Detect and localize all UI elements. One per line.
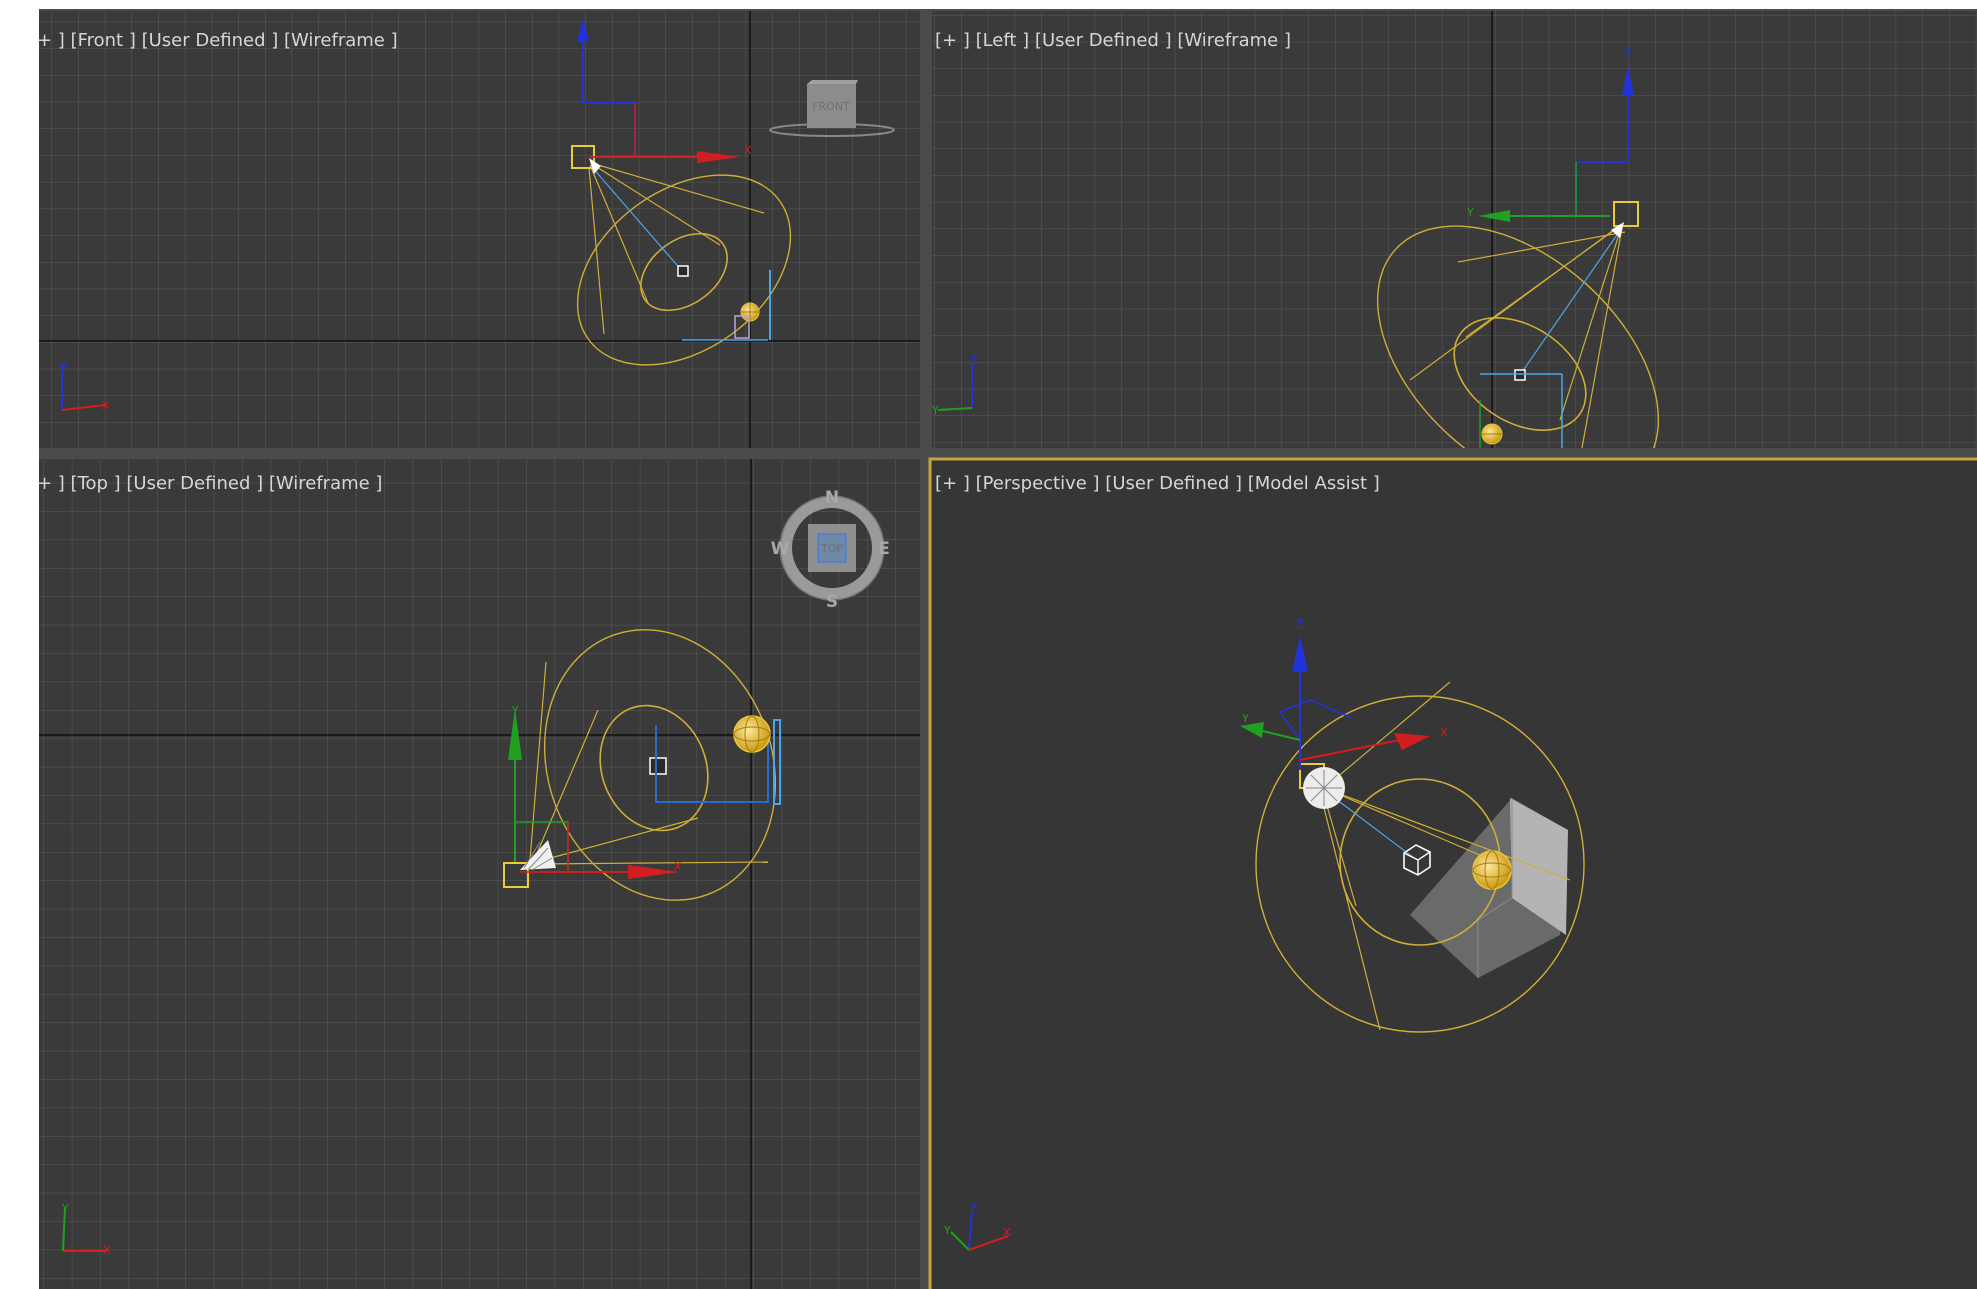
gizmo-z-label: Z: [1624, 48, 1632, 61]
gizmo-x-label: X: [1440, 726, 1448, 739]
viewport-label-left[interactable]: [+ ] [Left ] [User Defined ] [Wireframe …: [935, 30, 1291, 51]
svg-text:Y: Y: [943, 1224, 951, 1237]
svg-text:Y: Y: [61, 1202, 69, 1215]
compass-north[interactable]: N: [825, 488, 839, 508]
viewport-label-front[interactable]: + ] [Front ] [User Defined ] [Wireframe …: [37, 30, 398, 51]
spot-target[interactable]: [1514, 369, 1526, 381]
gizmo-x-label: X: [674, 860, 682, 873]
viewport-front[interactable]: X FRONT Z X + ] [Front ] [User Defined ]…: [37, 11, 920, 448]
svg-text:X: X: [102, 399, 110, 412]
compass-east[interactable]: E: [878, 539, 890, 559]
gizmo-z-label: Z: [1296, 618, 1304, 631]
omni-light-front[interactable]: [740, 302, 760, 322]
viewport-label-perspective[interactable]: [+ ] [Perspective ] [User Defined ] [Mod…: [935, 473, 1380, 494]
viewcube-face-label: FRONT: [812, 100, 850, 113]
svg-text:X: X: [103, 1244, 111, 1257]
gizmo-y-label: Y: [1241, 712, 1249, 725]
viewcube-face-label: TOP: [820, 542, 843, 555]
viewport-top[interactable]: Y X TOP N S E W Y X +] [Top] [User Def…: [37, 459, 920, 1289]
viewport-layout: X FRONT Z X + ] [Front ] [User Defined ]…: [0, 0, 1977, 1289]
viewport-label-top[interactable]: + ] [Top ] [User Defined ] [Wireframe ]: [37, 473, 382, 494]
spot-target[interactable]: [677, 265, 689, 277]
svg-text:Z: Z: [970, 354, 978, 367]
spot-target[interactable]: [649, 757, 667, 775]
compass-south[interactable]: S: [826, 592, 838, 612]
svg-text:Y: Y: [931, 404, 939, 417]
viewport-perspective[interactable]: Z Y X Z Y X [+ ] [Perspective ] [User De…: [930, 459, 1977, 1289]
gizmo-y-label: Y: [1466, 206, 1474, 219]
omni-light-perspective[interactable]: [1472, 850, 1512, 890]
omni-light-top[interactable]: [733, 715, 771, 753]
gizmo-y-label: Y: [511, 704, 519, 717]
svg-text:X: X: [1003, 1226, 1011, 1239]
omni-light-left[interactable]: [1481, 423, 1503, 445]
svg-text:Z: Z: [60, 357, 68, 370]
gizmo-x-label: X: [744, 144, 752, 157]
svg-text:Z: Z: [970, 1202, 978, 1215]
compass-west[interactable]: W: [771, 539, 790, 559]
